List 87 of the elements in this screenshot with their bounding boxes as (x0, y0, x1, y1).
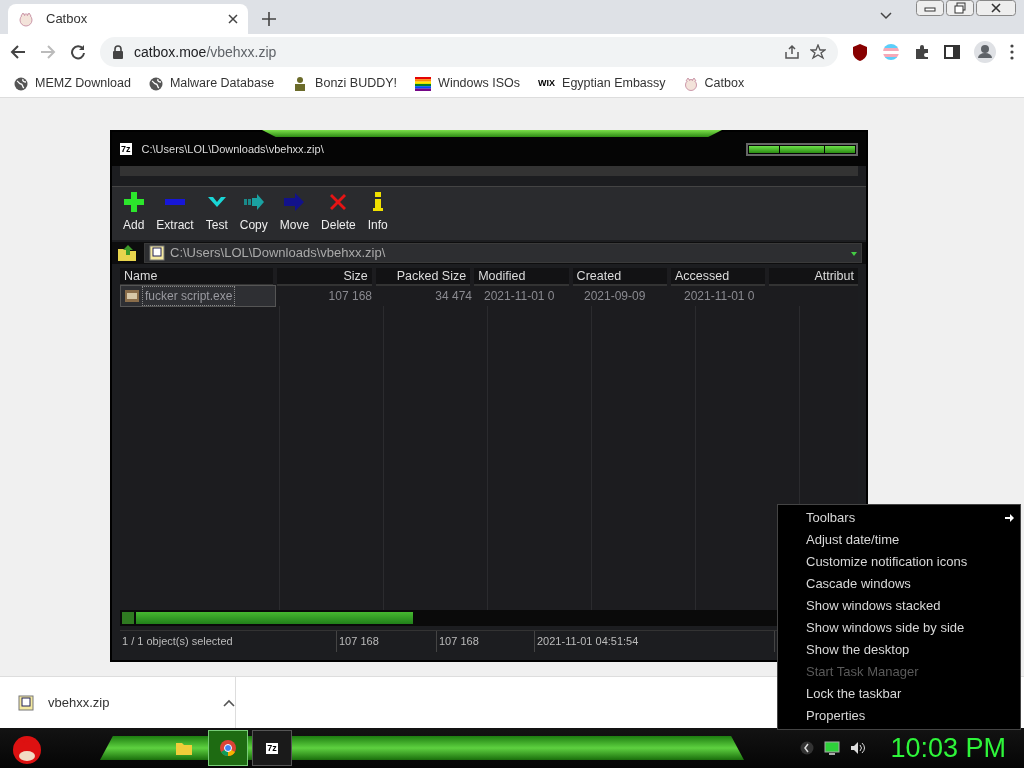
app-icon: 7z (266, 742, 278, 754)
caret-icon[interactable] (223, 698, 235, 707)
menu-item[interactable]: Properties (778, 705, 1020, 727)
logo-icon: WIX (538, 76, 556, 91)
star-icon[interactable] (810, 44, 826, 60)
side-panel-icon[interactable] (944, 44, 960, 60)
bookmark[interactable]: Malware Database (148, 74, 275, 93)
table-cell-text: 2021-11-01 0 (683, 288, 756, 305)
minimize-icon[interactable] (916, 0, 944, 16)
globe-icon (14, 76, 28, 91)
menu-item[interactable]: Show windows side by side (778, 617, 1020, 639)
column-header[interactable]: Size (277, 268, 372, 286)
menu-item[interactable]: Lock the taskbar (778, 683, 1020, 705)
new-tab-icon[interactable] (262, 12, 276, 26)
column-header[interactable]: Modified (474, 268, 569, 286)
archive-icon (149, 245, 165, 261)
toolbar-button[interactable]: Copy (234, 192, 273, 234)
menu-item[interactable]: Adjust date/time (778, 529, 1020, 551)
column-header[interactable]: Accessed (671, 268, 766, 286)
column-header[interactable]: Created (572, 268, 668, 286)
speaker-icon[interactable] (850, 741, 867, 755)
table-cell-text: 34 474 (434, 288, 473, 305)
folder-icon (175, 740, 193, 756)
globe-icon (148, 76, 163, 91)
table-cell-text: 107 168 (327, 288, 373, 305)
bookmark[interactable]: WIX Egyptian Embassy (538, 74, 666, 93)
cross-icon (328, 192, 349, 212)
path-field[interactable]: C:\Users\LOL\Downloads\vbehxx.zip\ (144, 243, 862, 263)
browser-icon (219, 739, 237, 757)
column-header[interactable]: Name (120, 268, 274, 286)
clock[interactable]: 10:03 PM (890, 727, 1006, 768)
table-cell-text: 2021-11-01 0 (483, 288, 556, 305)
archive-icon (18, 694, 34, 711)
address-bar[interactable]: catbox.moe/vbehxx.zip (100, 37, 838, 67)
menu-icon[interactable] (1010, 44, 1014, 60)
toolbar-button[interactable]: Test (200, 192, 233, 234)
window-title: C:\Users\LOL\Downloads\vbehxx.zip\ (141, 141, 324, 157)
arrow-icon (284, 192, 305, 212)
status-text: 2021-11-01 04:51:54 (535, 631, 775, 652)
url-text: catbox.moe/vbehxx.zip (134, 42, 277, 62)
close-icon[interactable] (976, 0, 1016, 16)
shield-icon[interactable] (852, 43, 868, 61)
lock-icon (112, 45, 124, 59)
status-text: 107 168 (437, 631, 535, 652)
menu-item[interactable]: Show windows stacked (778, 595, 1020, 617)
bookmark[interactable]: Windows ISOs (415, 74, 521, 93)
scrollbar-thumb[interactable] (136, 612, 413, 624)
bookmark[interactable]: Bonzi BUDDY! (292, 74, 398, 93)
menu-item[interactable]: Cascade windows (778, 573, 1020, 595)
puzzle-icon[interactable] (914, 44, 930, 60)
menu-item[interactable]: Show the desktop (778, 639, 1020, 661)
plus-icon (123, 192, 144, 212)
status-text: 107 168 (337, 631, 437, 652)
bookmark[interactable]: Catbox (683, 74, 745, 93)
toolbar-button[interactable]: Move (274, 192, 315, 234)
tab-title: Catbox (46, 10, 89, 29)
minus-icon (165, 199, 186, 205)
window-controls[interactable] (746, 142, 858, 156)
cat-icon (683, 76, 698, 91)
restore-icon[interactable] (946, 0, 974, 16)
tab-search-icon[interactable] (880, 12, 892, 20)
column-header[interactable]: Attribut (769, 268, 858, 286)
app-icon: 7z (120, 143, 132, 155)
profile-icon[interactable] (974, 41, 996, 63)
reload-icon[interactable] (70, 44, 86, 60)
table-cell-text: 2021-09-09 (583, 288, 647, 305)
menu-item[interactable]: Customize notification icons (778, 551, 1020, 573)
share-icon[interactable] (784, 44, 800, 60)
browser-tab[interactable]: Catbox (8, 4, 248, 34)
cat-icon (18, 11, 34, 27)
bookmark[interactable]: MEMZ Download (14, 74, 131, 93)
chevron-icon[interactable] (800, 741, 815, 755)
column-header[interactable]: Packed Size (375, 268, 471, 286)
copy-arrow-icon (243, 192, 264, 212)
toolbar-button[interactable]: Delete (316, 192, 361, 234)
file-row[interactable]: fucker script.exe (120, 285, 276, 307)
toolbar-button[interactable]: Info (362, 192, 393, 234)
close-icon[interactable] (228, 14, 238, 24)
rainbow-flag-icon (415, 76, 432, 91)
status-text: 1 / 1 object(s) selected (120, 631, 337, 652)
toolbar-button[interactable]: Add (118, 192, 150, 234)
taskbar-app[interactable]: 7z (252, 730, 292, 766)
toolbar-button[interactable]: Extract (151, 192, 199, 234)
back-icon[interactable] (10, 44, 26, 60)
monitor-icon[interactable] (824, 741, 841, 755)
file-icon (125, 290, 139, 302)
menu-item[interactable]: Toolbars (778, 507, 1020, 529)
